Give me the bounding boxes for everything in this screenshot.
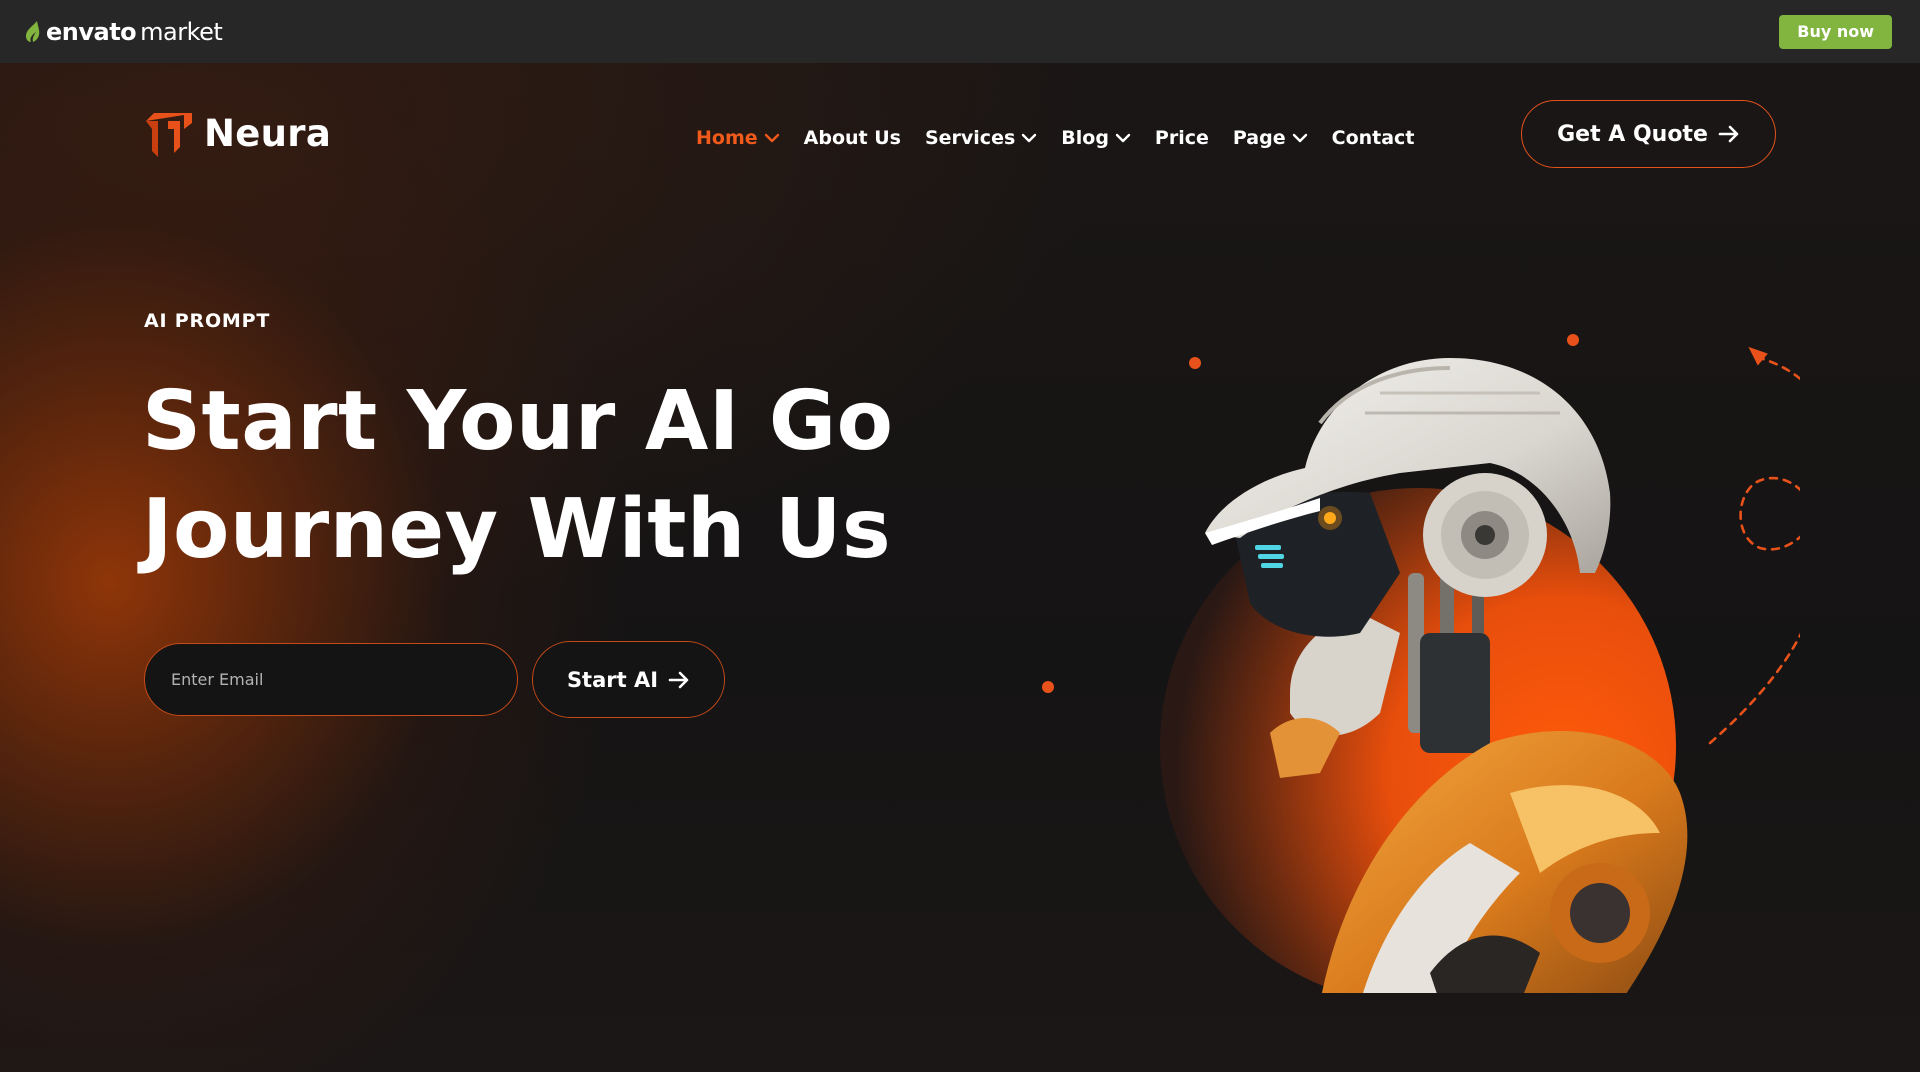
nav-item-label: Price: [1154, 127, 1209, 149]
chevron-down-icon: [1115, 133, 1131, 143]
nav-item-page[interactable]: Page: [1233, 123, 1308, 153]
hero-section: Neura Home About Us Services Blog Price …: [0, 63, 1920, 1072]
get-a-quote-label: Get A Quote: [1557, 121, 1708, 147]
nav-item-label: Contact: [1331, 127, 1415, 149]
nav-item-label: Services: [924, 127, 1016, 149]
hero-headline-line-2: Journey With Us: [142, 482, 892, 577]
chevron-down-icon: [1022, 133, 1037, 143]
start-ai-button[interactable]: Start AI: [532, 641, 725, 718]
envato-market-logo[interactable]: envato market: [24, 17, 223, 46]
nav-item-home[interactable]: Home: [696, 123, 780, 153]
envato-wordmark: envato: [46, 17, 137, 46]
neura-logo-icon: [146, 113, 192, 157]
site-logo-text: Neura: [204, 111, 332, 155]
nav-item-label: Page: [1232, 127, 1286, 149]
envato-market-suffix: market: [140, 17, 223, 46]
site-logo[interactable]: Neura: [144, 107, 331, 159]
chevron-down-icon: [1292, 133, 1307, 143]
nav-item-services[interactable]: Services: [925, 123, 1037, 153]
nav-item-label: About Us: [803, 127, 901, 149]
hero-headline: Start Your AI Go Journey With Us: [142, 368, 942, 584]
nav-item-label: Blog: [1061, 127, 1109, 149]
nav-item-blog[interactable]: Blog: [1061, 123, 1131, 153]
nav-item-contact[interactable]: Contact: [1332, 123, 1415, 153]
envato-top-bar: envato market Buy now: [0, 0, 1920, 63]
envato-leaf-icon: [25, 20, 40, 42]
nav-item-price[interactable]: Price: [1155, 123, 1209, 153]
dashed-curved-arrow: [1708, 346, 1800, 745]
buy-now-button[interactable]: Buy now: [1779, 14, 1892, 49]
arrow-right-icon: [1718, 125, 1739, 143]
nav-item-about-us[interactable]: About Us: [804, 123, 901, 153]
get-a-quote-button[interactable]: Get A Quote: [1521, 100, 1776, 168]
email-input[interactable]: [144, 643, 518, 716]
hero-eyebrow: AI PROMPT: [144, 310, 271, 332]
robot-illustration: [1160, 346, 1800, 993]
arrow-right-icon: [668, 671, 689, 688]
main-nav: Home About Us Services Blog Price Page C…: [696, 123, 1438, 153]
nav-item-label: Home: [696, 127, 758, 149]
chevron-down-icon: [764, 133, 779, 143]
hero-headline-line-1: Start Your AI Go: [142, 374, 894, 469]
start-ai-label: Start AI: [566, 667, 659, 692]
